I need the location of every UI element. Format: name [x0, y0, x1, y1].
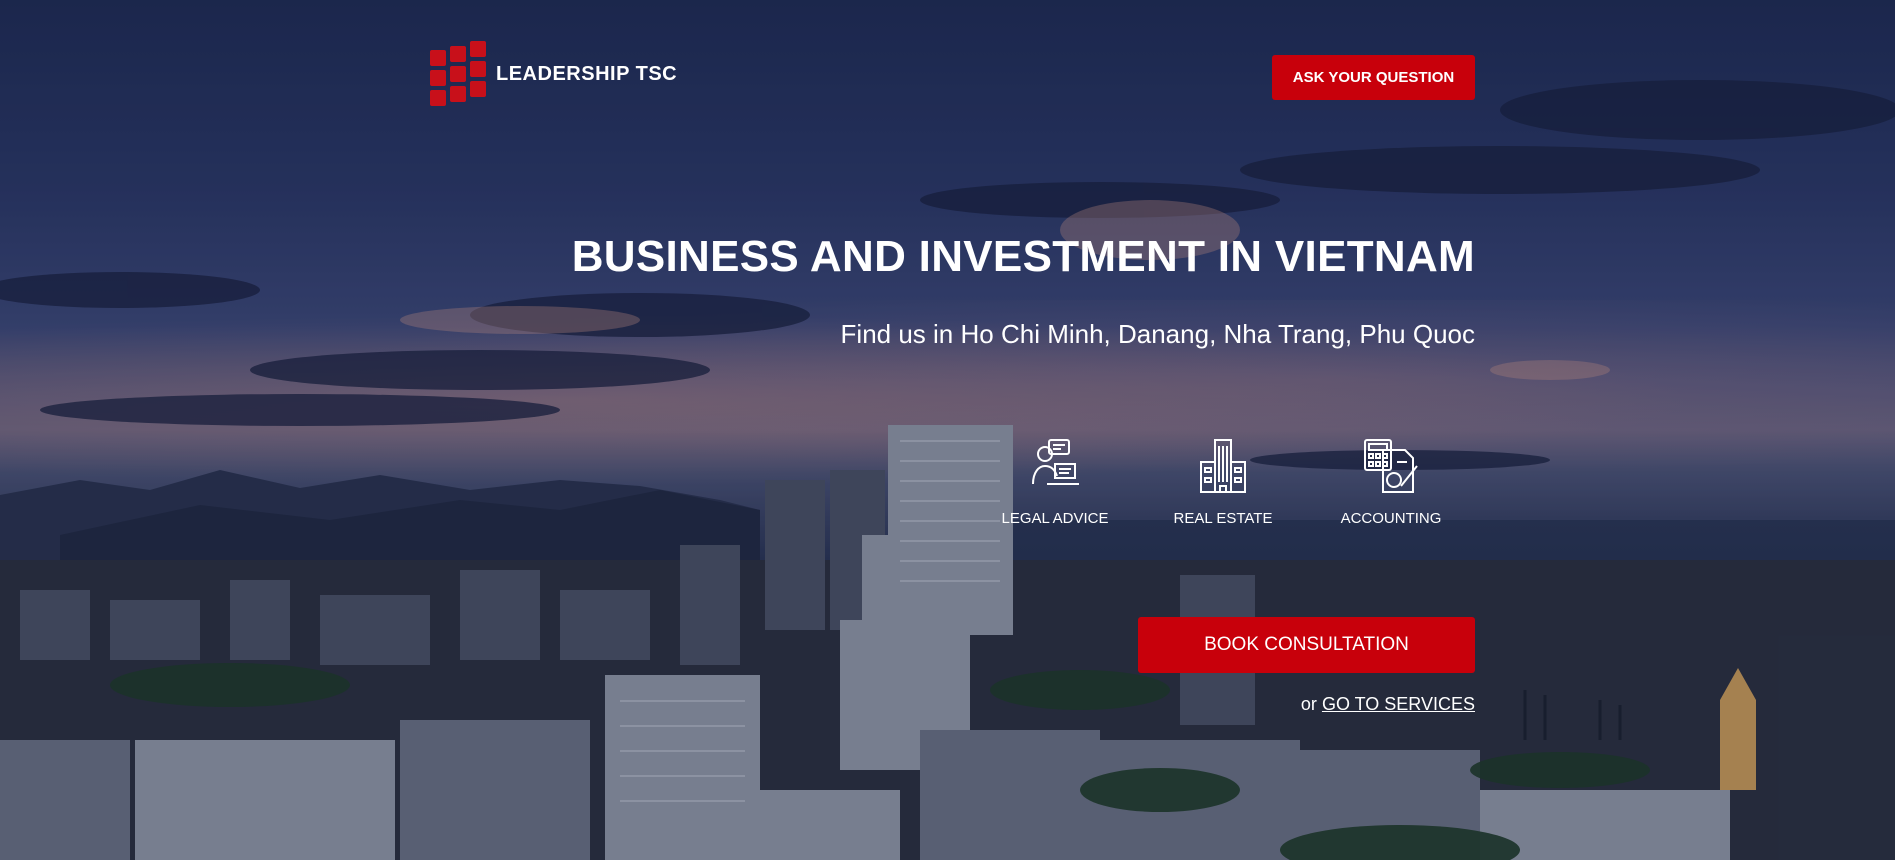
dark-overlay	[0, 0, 1895, 860]
brand-name: LEADERSHIP TSC	[496, 62, 678, 85]
service-real-estate[interactable]: REAL ESTATE	[1158, 436, 1288, 527]
service-label: LEGAL ADVICE	[1001, 510, 1109, 527]
service-label: ACCOUNTING	[1340, 510, 1442, 527]
brand-logo[interactable]: LEADERSHIP TSC	[430, 41, 677, 107]
book-consultation-button[interactable]: BOOK CONSULTATION	[1138, 617, 1475, 673]
building-icon	[1200, 439, 1246, 493]
service-label: REAL ESTATE	[1173, 510, 1273, 527]
ask-question-button[interactable]: ASK YOUR QUESTION	[1272, 55, 1475, 100]
hero-subtitle: Find us in Ho Chi Minh, Danang, Nha Tran…	[840, 319, 1475, 349]
service-accounting[interactable]: ACCOUNTING	[1326, 436, 1456, 527]
logo-squares-icon	[430, 41, 488, 107]
lawyer-icon	[1032, 439, 1079, 485]
services-list: LEGAL ADVICE REAL ESTATE ACCOUNTING	[990, 436, 1490, 546]
or-text: or	[1300, 694, 1317, 714]
service-legal-advice[interactable]: LEGAL ADVICE	[990, 436, 1120, 527]
calculator-icon	[1364, 439, 1418, 493]
services-link-row: or GO TO SERVICES	[1301, 694, 1475, 715]
hero-section: LEADERSHIP TSC ASK YOUR QUESTION BUSINES…	[0, 0, 1895, 860]
go-to-services-link[interactable]: GO TO SERVICES	[1322, 694, 1475, 714]
hero-title: BUSINESS AND INVESTMENT IN VIETNAM	[571, 232, 1475, 281]
